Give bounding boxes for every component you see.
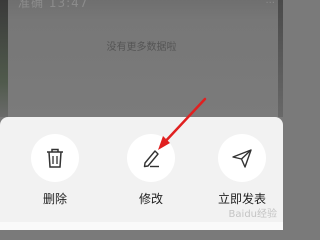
sheet-bottom-bar xyxy=(0,222,283,230)
more-dots-icon: ··· xyxy=(265,0,275,9)
trash-icon xyxy=(47,148,63,168)
pencil-icon xyxy=(143,150,159,168)
delete-button[interactable]: 删除 xyxy=(20,134,90,224)
edit-button[interactable]: 修改 xyxy=(116,134,186,224)
edit-icon-circle[interactable] xyxy=(127,134,175,182)
paper-plane-icon xyxy=(232,149,252,168)
background-header-text: 准确 13:47 xyxy=(18,0,89,10)
edit-label: 修改 xyxy=(138,192,163,206)
watermark: Baidu经验 xyxy=(228,209,277,220)
delete-icon-circle[interactable] xyxy=(31,134,79,182)
background-edge xyxy=(0,0,8,117)
dimmed-background[interactable] xyxy=(0,0,283,117)
delete-label: 删除 xyxy=(42,192,67,206)
background-edge xyxy=(278,0,283,117)
empty-list-message: 没有更多数据啦 xyxy=(106,42,177,53)
publish-icon-circle[interactable] xyxy=(218,134,266,182)
